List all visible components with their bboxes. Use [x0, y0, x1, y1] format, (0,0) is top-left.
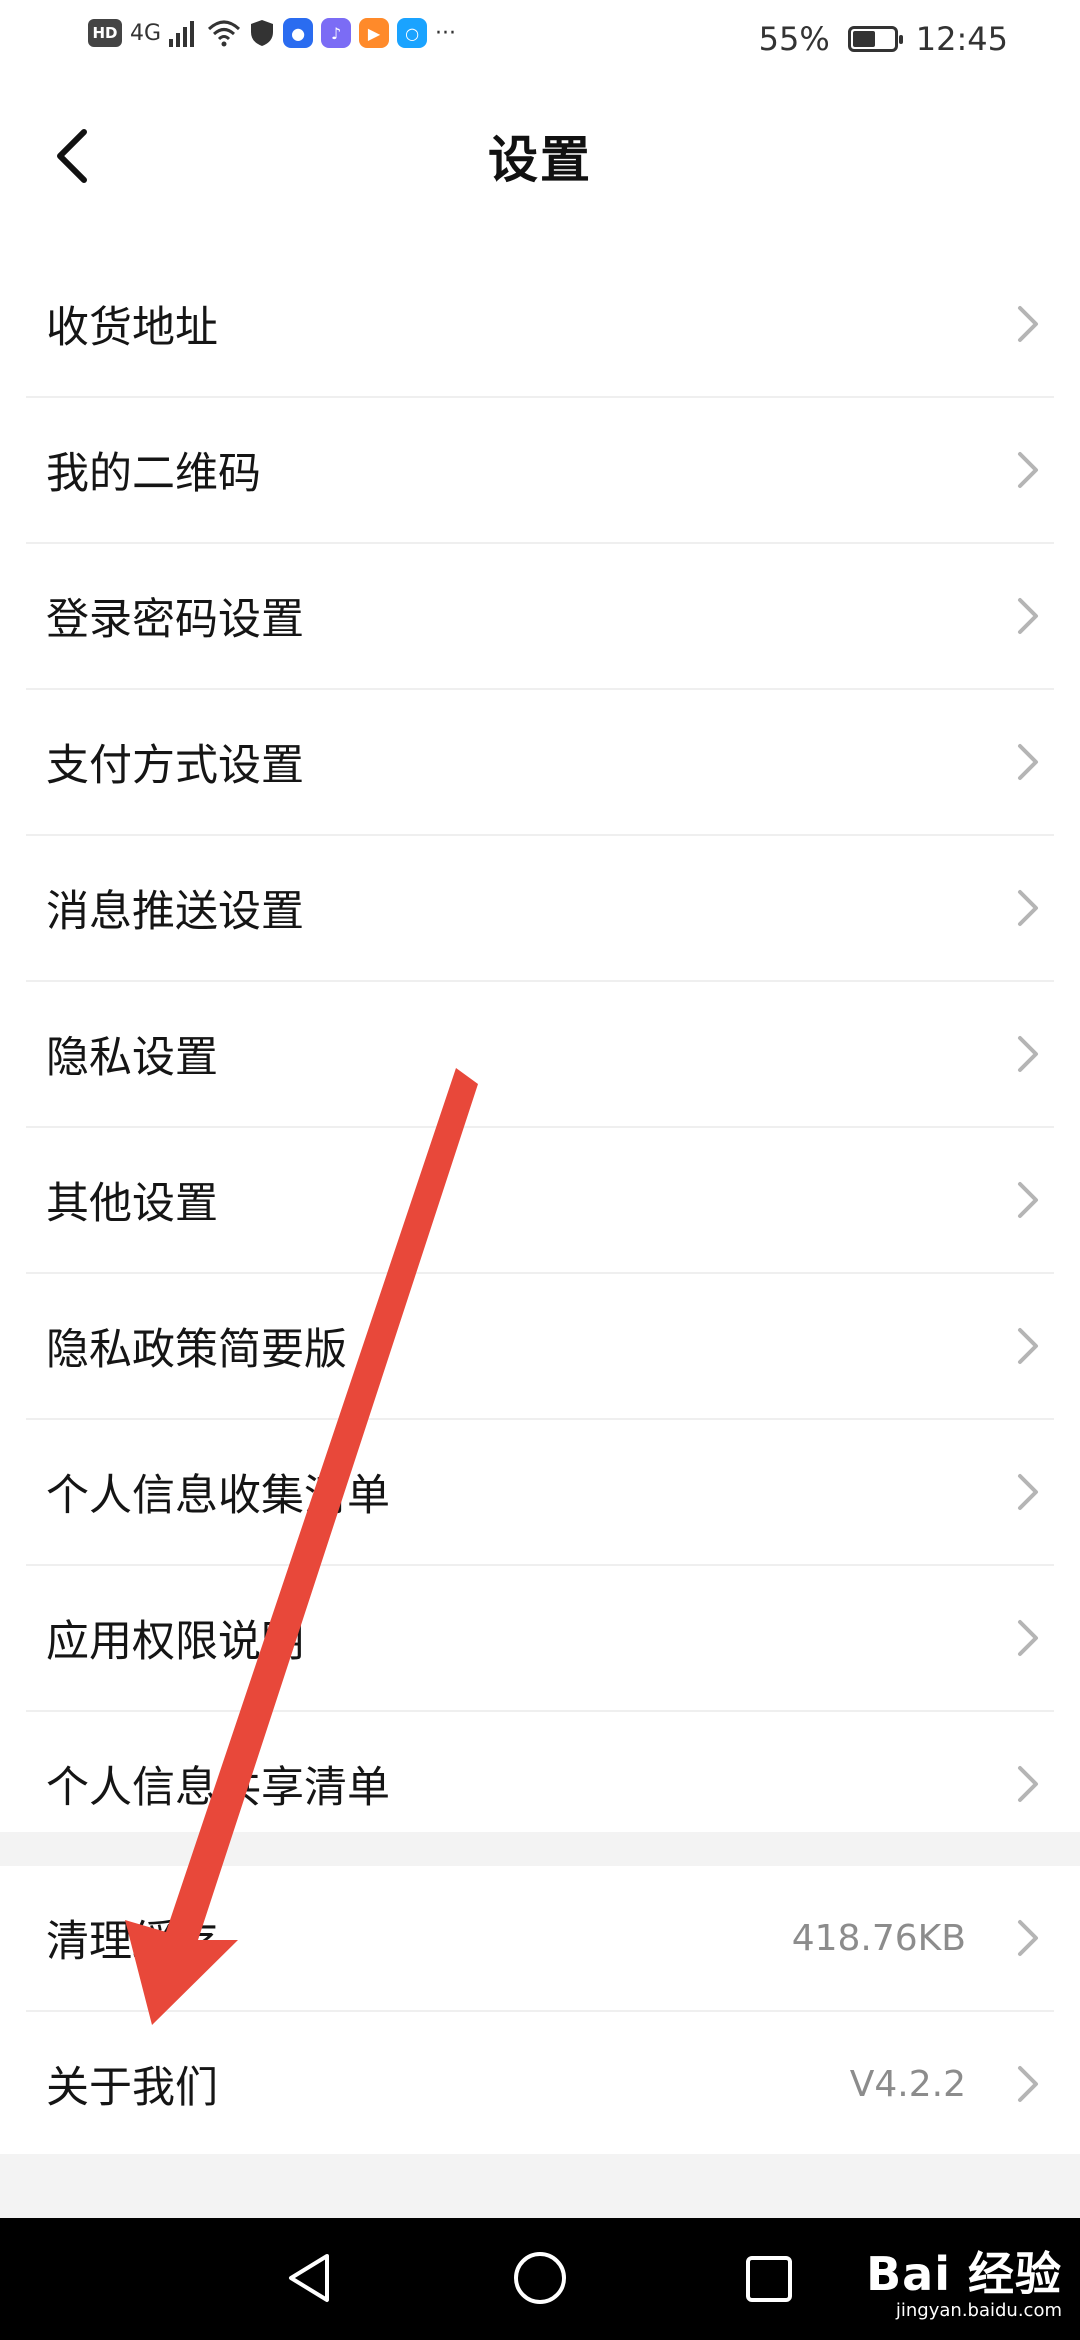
bulb-app-icon: ● [283, 18, 314, 48]
nav-back-icon[interactable] [283, 2248, 339, 2308]
search-app-icon: ○ [397, 18, 428, 48]
chevron-right-icon [1018, 890, 1038, 926]
video-app-icon: ▶ [359, 18, 390, 48]
chevron-right-icon [1018, 1182, 1038, 1218]
settings-row[interactable]: 应用权限说明 [26, 1564, 1054, 1710]
chevron-right-icon [1018, 1620, 1038, 1656]
clock: 12:45 [915, 20, 1008, 58]
settings-row[interactable]: 清理缓存 418.76KB [26, 1866, 1054, 2010]
settings-row-label: 隐私政策简要版 [46, 1325, 347, 1375]
settings-row-label: 消息推送设置 [46, 887, 304, 937]
chevron-right-icon [1018, 744, 1038, 780]
watermark: Bai 经验 jingyan.baidu.com [866, 2238, 1062, 2321]
settings-row[interactable]: 个人信息共享清单 [26, 1710, 1054, 1856]
settings-row-label: 我的二维码 [46, 449, 261, 499]
shield-icon [251, 20, 274, 46]
status-bar: HD 4G ● ♪ ▶ ○ ··· 55% 12:45 [0, 0, 1080, 82]
status-icons: HD 4G ● ♪ ▶ ○ ··· [88, 18, 456, 48]
settings-row-label: 支付方式设置 [46, 741, 304, 791]
signal-icon [169, 21, 195, 47]
settings-row[interactable]: 个人信息收集清单 [26, 1418, 1054, 1564]
watermark-logo: Bai 经验 [866, 2247, 1062, 2301]
settings-row[interactable]: 我的二维码 [26, 396, 1054, 542]
chevron-right-icon [1018, 598, 1038, 634]
watermark-url: jingyan.baidu.com [895, 2300, 1062, 2321]
network-type: 4G [130, 20, 162, 46]
nav-recents-icon[interactable] [744, 2248, 796, 2308]
chevron-right-icon [1018, 1328, 1038, 1364]
settings-row[interactable]: 收货地址 [26, 252, 1054, 396]
hd-icon: HD [88, 19, 122, 47]
settings-row-label: 个人信息收集清单 [46, 1471, 390, 1521]
music-app-icon: ♪ [321, 18, 352, 48]
settings-list: 收货地址我的二维码登录密码设置 支付方式设置 消息推送设置 隐私设置其他设置隐私政策简… [0, 252, 1080, 1832]
settings-row[interactable]: 消息推送设置 [26, 834, 1054, 980]
chevron-right-icon [1018, 1036, 1038, 1072]
wifi-icon [208, 20, 241, 47]
nav-home-icon[interactable] [510, 2248, 570, 2308]
settings-row-label: 登录密码设置 [46, 595, 304, 645]
chevron-right-icon [1018, 306, 1038, 342]
more-notifications: ··· [435, 20, 457, 46]
settings-row[interactable]: 关于我们 V4.2.2 [26, 2010, 1054, 2156]
settings-row-label: 其他设置 [46, 1179, 218, 1229]
settings-list-secondary: 清理缓存 418.76KB 关于我们 V4.2.2 [0, 1866, 1080, 2154]
battery-icon [847, 26, 903, 52]
page-header: 设置 [0, 82, 1080, 252]
battery-percent: 55% [758, 20, 830, 58]
settings-row[interactable]: 登录密码设置 [26, 542, 1054, 688]
settings-row-label: 收货地址 [46, 303, 218, 353]
chevron-right-icon [1018, 1474, 1038, 1510]
chevron-right-icon [1018, 452, 1038, 488]
system-nav-bar: Bai 经验 jingyan.baidu.com [0, 2218, 1080, 2340]
settings-row[interactable]: 隐私设置 [26, 980, 1054, 1126]
settings-row-label: 清理缓存 [46, 1917, 218, 1967]
battery-level [852, 31, 875, 47]
chevron-right-icon [1018, 2066, 1038, 2102]
settings-row-value: 418.76KB [791, 1917, 966, 1959]
settings-row-label: 隐私设置 [46, 1033, 218, 1083]
settings-row[interactable]: 支付方式设置 [26, 688, 1054, 834]
chevron-right-icon [1018, 1766, 1038, 1802]
settings-row[interactable]: 隐私政策简要版 [26, 1272, 1054, 1418]
settings-row-label: 应用权限说明 [46, 1617, 304, 1667]
chevron-right-icon [1018, 1920, 1038, 1956]
page-title: 设置 [488, 131, 592, 189]
settings-row-label: 关于我们 [46, 2063, 218, 2113]
settings-row[interactable]: 其他设置 [26, 1126, 1054, 1272]
settings-row-label: 个人信息共享清单 [46, 1763, 390, 1813]
settings-row-value: V4.2.2 [849, 2063, 966, 2105]
